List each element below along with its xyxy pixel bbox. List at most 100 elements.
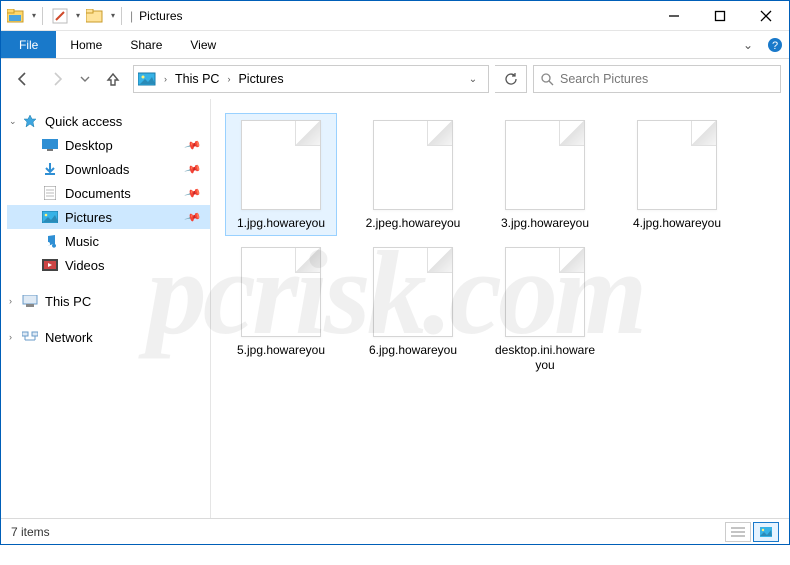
music-icon bbox=[41, 233, 59, 249]
desktop-icon bbox=[41, 137, 59, 153]
separator bbox=[42, 7, 43, 25]
sidebar-item-music[interactable]: Music bbox=[7, 229, 210, 253]
file-tab-label: File bbox=[19, 38, 38, 52]
sidebar-item-label: Pictures bbox=[65, 210, 112, 225]
address-dropdown[interactable]: ⌄ bbox=[462, 66, 484, 92]
explorer-icon[interactable] bbox=[5, 5, 27, 27]
file-item[interactable]: 1.jpg.howareyou bbox=[225, 113, 337, 236]
file-name: 2.jpeg.howareyou bbox=[366, 216, 461, 231]
titlebar: ▾ ▾ ▾ | Pictures bbox=[1, 1, 789, 31]
network-icon bbox=[21, 329, 39, 345]
videos-icon bbox=[41, 257, 59, 273]
qat-props-dropdown[interactable]: ▾ bbox=[76, 11, 80, 20]
file-icon bbox=[505, 120, 585, 210]
address-bar[interactable]: › This PC › Pictures ⌄ bbox=[133, 65, 489, 93]
breadcrumb-label: This PC bbox=[175, 72, 219, 86]
file-icon bbox=[373, 120, 453, 210]
sidebar-item-videos[interactable]: Videos bbox=[7, 253, 210, 277]
file-name: 5.jpg.howareyou bbox=[237, 343, 325, 358]
navigation-pane: ⌄ Quick access Desktop 📌 Downloads 📌 Doc… bbox=[1, 99, 211, 518]
sidebar-network[interactable]: › Network bbox=[7, 325, 210, 349]
chevron-down-icon[interactable]: ⌄ bbox=[9, 116, 17, 127]
quick-access-toolbar: ▾ ▾ ▾ bbox=[1, 5, 119, 27]
file-item[interactable]: 4.jpg.howareyou bbox=[621, 113, 733, 236]
share-tab[interactable]: Share bbox=[116, 31, 176, 58]
close-button[interactable] bbox=[743, 1, 789, 31]
sidebar-item-label: This PC bbox=[45, 294, 91, 309]
sidebar-item-pictures[interactable]: Pictures 📌 bbox=[7, 205, 210, 229]
sidebar-item-label: Network bbox=[45, 330, 93, 345]
breadcrumb-this-pc[interactable]: This PC bbox=[175, 72, 219, 86]
file-icon bbox=[373, 247, 453, 337]
recent-locations-button[interactable] bbox=[77, 65, 93, 93]
file-item[interactable]: 3.jpg.howareyou bbox=[489, 113, 601, 236]
thumbnails-view-button[interactable] bbox=[753, 522, 779, 542]
sidebar-item-label: Quick access bbox=[45, 114, 122, 129]
forward-button[interactable] bbox=[43, 65, 71, 93]
file-tab[interactable]: File bbox=[1, 31, 56, 58]
share-tab-label: Share bbox=[130, 38, 162, 52]
sidebar-item-label: Downloads bbox=[65, 162, 129, 177]
search-icon bbox=[540, 72, 554, 86]
expand-ribbon-button[interactable]: ⌄ bbox=[735, 31, 761, 58]
documents-icon bbox=[41, 185, 59, 201]
sidebar-this-pc[interactable]: › This PC bbox=[7, 289, 210, 313]
pin-icon: 📌 bbox=[184, 160, 202, 178]
sidebar-item-documents[interactable]: Documents 📌 bbox=[7, 181, 210, 205]
sidebar-item-downloads[interactable]: Downloads 📌 bbox=[7, 157, 210, 181]
new-folder-icon[interactable] bbox=[84, 5, 106, 27]
back-button[interactable] bbox=[9, 65, 37, 93]
status-bar: 7 items bbox=[1, 518, 789, 544]
file-icon bbox=[637, 120, 717, 210]
up-button[interactable] bbox=[99, 65, 127, 93]
chevron-right-icon[interactable]: › bbox=[223, 74, 234, 84]
sidebar-quick-access[interactable]: ⌄ Quick access bbox=[7, 109, 210, 133]
file-icon bbox=[241, 120, 321, 210]
file-icon bbox=[241, 247, 321, 337]
file-item[interactable]: 2.jpeg.howareyou bbox=[357, 113, 469, 236]
qat-customize-dropdown[interactable]: ▾ bbox=[111, 11, 115, 20]
window-controls bbox=[651, 1, 789, 31]
details-view-button[interactable] bbox=[725, 522, 751, 542]
explorer-window: ▾ ▾ ▾ | Pictures bbox=[0, 0, 790, 545]
search-placeholder: Search Pictures bbox=[560, 72, 648, 86]
pin-icon: 📌 bbox=[184, 184, 202, 202]
help-button[interactable]: ? bbox=[761, 31, 789, 58]
file-name: 6.jpg.howareyou bbox=[369, 343, 457, 358]
nav-row: › This PC › Pictures ⌄ Search Pictures bbox=[1, 59, 789, 99]
pictures-location-icon bbox=[138, 71, 156, 87]
chevron-right-icon[interactable]: › bbox=[160, 74, 171, 84]
qat-explorer-dropdown[interactable]: ▾ bbox=[32, 11, 36, 20]
sidebar-item-label: Documents bbox=[65, 186, 131, 201]
ribbon: File Home Share View ⌄ ? bbox=[1, 31, 789, 59]
window-title: | Pictures bbox=[130, 9, 182, 23]
quick-access-icon bbox=[21, 113, 39, 129]
properties-icon[interactable] bbox=[49, 5, 71, 27]
refresh-button[interactable] bbox=[495, 65, 527, 93]
chevron-right-icon[interactable]: › bbox=[9, 332, 12, 342]
sidebar-item-label: Videos bbox=[65, 258, 105, 273]
breadcrumb-label: Pictures bbox=[238, 72, 283, 86]
breadcrumb-pictures[interactable]: Pictures bbox=[238, 72, 283, 86]
maximize-button[interactable] bbox=[697, 1, 743, 31]
separator bbox=[121, 7, 122, 25]
file-name: 4.jpg.howareyou bbox=[633, 216, 721, 231]
file-name: desktop.ini.howareyou bbox=[492, 343, 598, 373]
home-tab[interactable]: Home bbox=[56, 31, 116, 58]
minimize-button[interactable] bbox=[651, 1, 697, 31]
view-switcher bbox=[725, 522, 779, 542]
svg-text:?: ? bbox=[772, 40, 778, 52]
sidebar-item-desktop[interactable]: Desktop 📌 bbox=[7, 133, 210, 157]
file-name: 1.jpg.howareyou bbox=[237, 216, 325, 231]
pictures-icon bbox=[41, 209, 59, 225]
sidebar-item-label: Music bbox=[65, 234, 99, 249]
view-tab[interactable]: View bbox=[176, 31, 230, 58]
file-item[interactable]: 6.jpg.howareyou bbox=[357, 240, 469, 378]
pin-icon: 📌 bbox=[184, 208, 202, 226]
file-item[interactable]: 5.jpg.howareyou bbox=[225, 240, 337, 378]
search-input[interactable]: Search Pictures bbox=[533, 65, 781, 93]
body: ⌄ Quick access Desktop 📌 Downloads 📌 Doc… bbox=[1, 99, 789, 518]
file-item[interactable]: desktop.ini.howareyou bbox=[489, 240, 601, 378]
status-item-count: 7 items bbox=[11, 525, 50, 539]
chevron-right-icon[interactable]: › bbox=[9, 296, 12, 306]
